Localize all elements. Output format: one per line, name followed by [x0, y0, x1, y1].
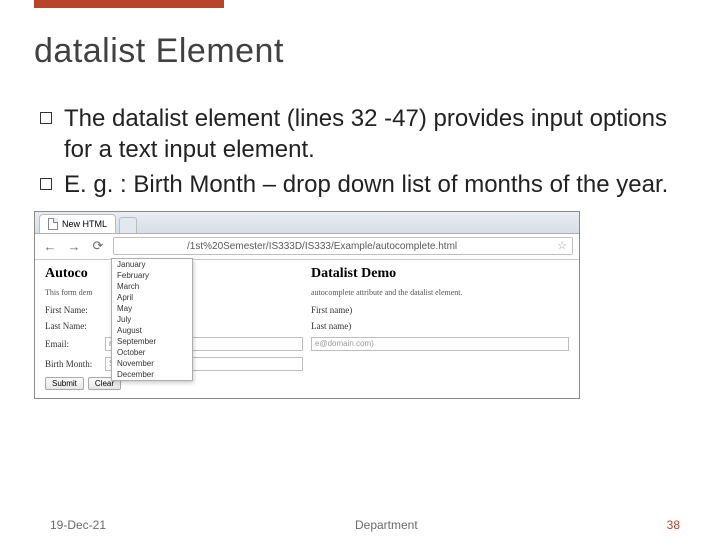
footer-center: Department [106, 518, 667, 532]
dropdown-option[interactable]: February [112, 270, 192, 281]
first-name-label-r: First name) [311, 305, 352, 315]
email-label: Email: [45, 339, 105, 349]
tab-bar: New HTML [35, 212, 579, 234]
bullet-text: E. g. : Birth Month – drop down list of … [64, 169, 668, 200]
right-heading: Datalist Demo [311, 266, 569, 282]
url-bar[interactable]: /1st%20Semester/IS333D/IS333/Example/aut… [113, 237, 573, 255]
dropdown-option[interactable]: October [112, 347, 192, 358]
submit-button[interactable]: Submit [45, 377, 84, 390]
url-text: /1st%20Semester/IS333D/IS333/Example/aut… [187, 241, 457, 252]
bullet-item: E. g. : Birth Month – drop down list of … [40, 169, 686, 200]
dropdown-option[interactable]: January [112, 259, 192, 270]
email-placeholder-r: e@domain.com) [315, 339, 374, 348]
month-dropdown[interactable]: January February March April May July Au… [111, 258, 193, 381]
form-row: Last name) [311, 321, 569, 331]
tab-label: New HTML [62, 219, 107, 229]
dropdown-option[interactable]: August [112, 325, 192, 336]
back-button[interactable]: ← [41, 237, 59, 255]
bullet-text: The datalist element (lines 32 -47) prov… [64, 103, 686, 165]
dropdown-option[interactable]: September [112, 336, 192, 347]
nav-bar: ← → ⟳ /1st%20Semester/IS333D/IS333/Examp… [35, 234, 579, 260]
right-column: Datalist Demo autocomplete attribute and… [311, 266, 569, 390]
page-icon [48, 218, 58, 230]
browser-tab[interactable]: New HTML [39, 214, 116, 233]
slide-title: datalist Element [34, 32, 686, 71]
browser-screenshot: New HTML ← → ⟳ /1st%20Semester/IS333D/IS… [34, 211, 580, 399]
bookmark-star-icon[interactable]: ☆ [557, 239, 567, 252]
right-desc: autocomplete attribute and the datalist … [311, 288, 569, 297]
bullet-item: The datalist element (lines 32 -47) prov… [40, 103, 686, 165]
page-content: January February March April May July Au… [35, 260, 579, 398]
forward-button[interactable]: → [65, 237, 83, 255]
reload-button[interactable]: ⟳ [89, 237, 107, 255]
slide-footer: 19-Dec-21 Department 38 [0, 518, 720, 532]
email-input-r[interactable]: e@domain.com) [311, 337, 569, 351]
dropdown-option[interactable]: July [112, 314, 192, 325]
dropdown-option[interactable]: December [112, 369, 192, 380]
last-name-label: Last Name: [45, 321, 105, 331]
dropdown-option[interactable]: March [112, 281, 192, 292]
bullet-marker [40, 112, 52, 124]
accent-bar [34, 0, 224, 8]
form-row: e@domain.com) [311, 337, 569, 351]
last-name-label-r: Last name) [311, 321, 351, 331]
footer-page-number: 38 [667, 518, 680, 532]
form-row: First name) [311, 305, 569, 315]
birth-month-label: Birth Month: [45, 359, 105, 369]
bullet-marker [40, 178, 52, 190]
new-tab-button[interactable] [119, 217, 137, 233]
footer-date: 19-Dec-21 [50, 518, 106, 532]
dropdown-option[interactable]: November [112, 358, 192, 369]
dropdown-option[interactable]: May [112, 303, 192, 314]
first-name-label: First Name: [45, 305, 105, 315]
dropdown-option[interactable]: April [112, 292, 192, 303]
bullet-list: The datalist element (lines 32 -47) prov… [40, 103, 686, 201]
